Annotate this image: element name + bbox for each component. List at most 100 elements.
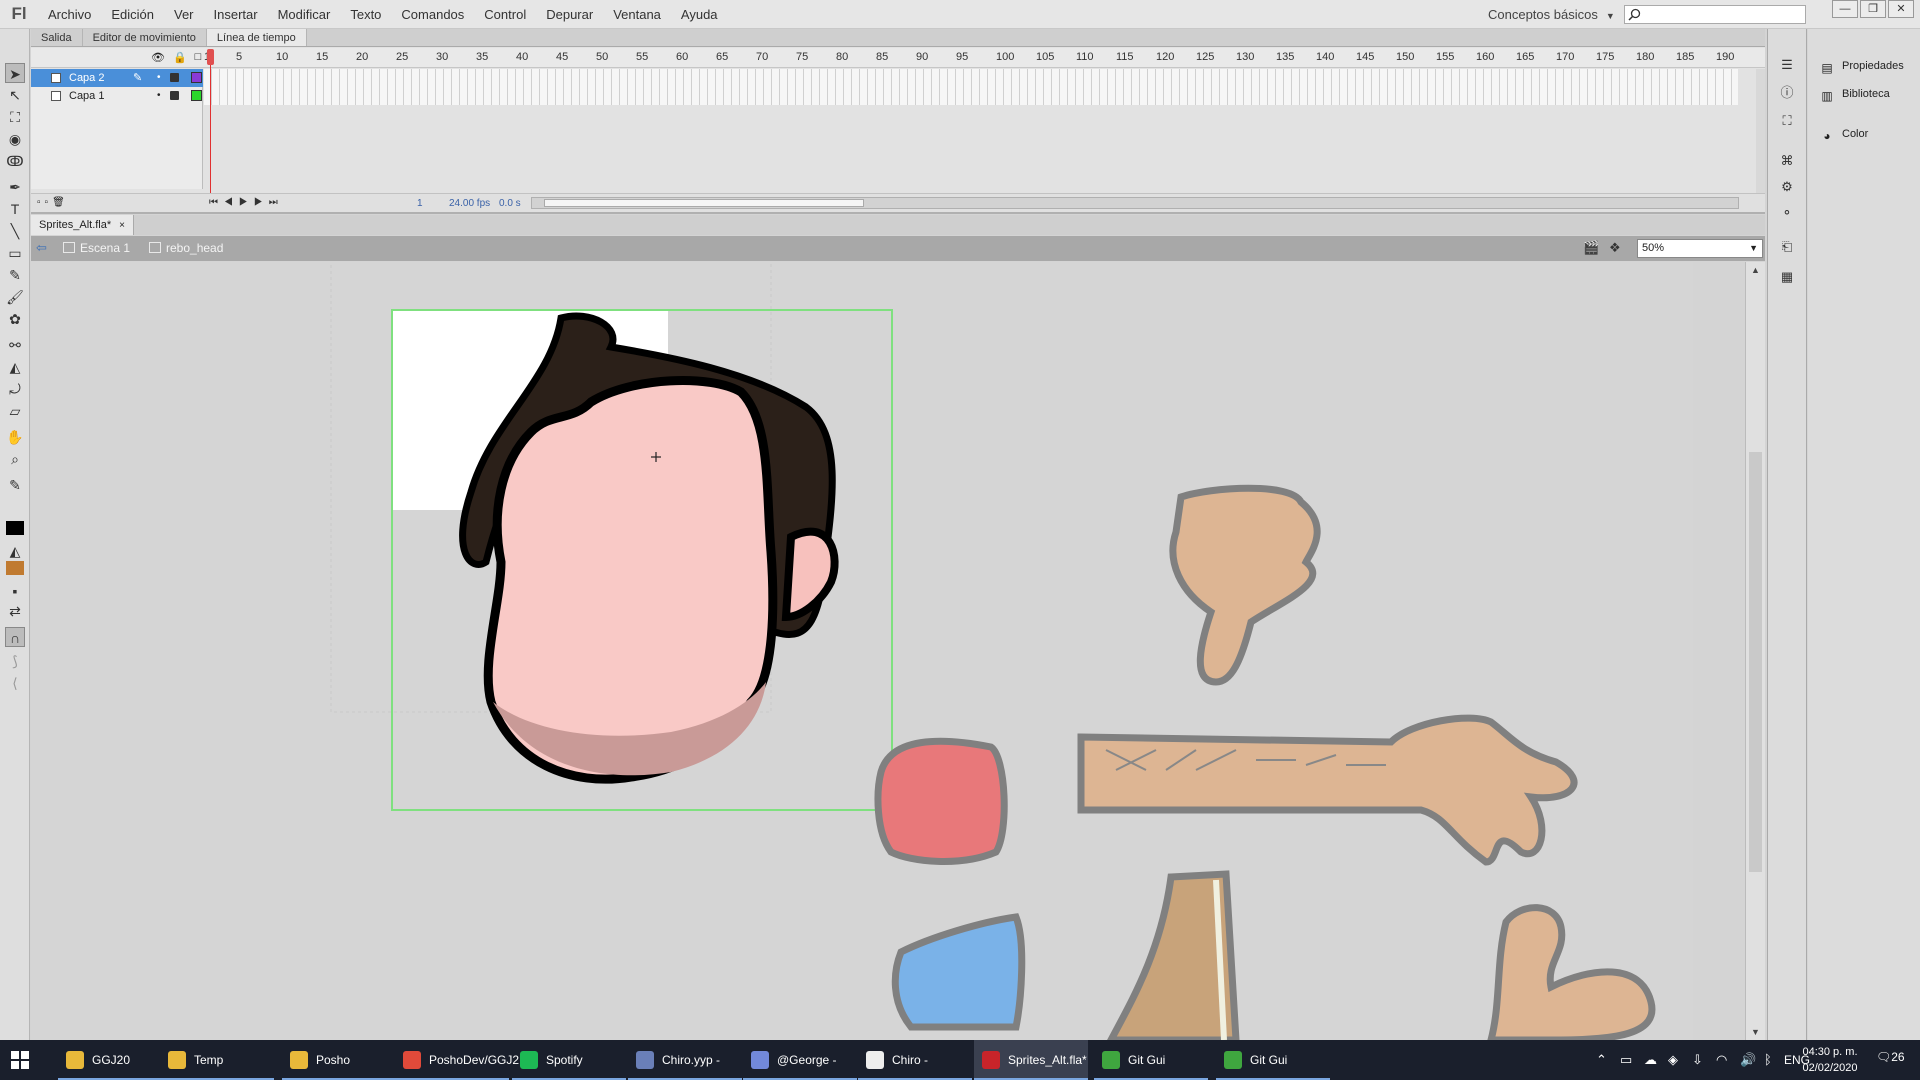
default-colors-icon[interactable]: ▪: [5, 581, 25, 601]
panel-color[interactable]: ◕ Color: [1820, 125, 1868, 143]
line-tool-icon[interactable]: ╲: [5, 221, 25, 241]
pencil-tool-icon[interactable]: ✎: [5, 265, 25, 285]
tab-linea-de-tiempo[interactable]: Línea de tiempo: [206, 29, 307, 46]
menu-depurar[interactable]: Depurar: [536, 0, 603, 29]
frames-grid[interactable]: [204, 69, 1738, 189]
snap-to-objects-icon[interactable]: ∩: [5, 627, 25, 647]
lock-icon[interactable]: [170, 91, 179, 100]
scroll-up-icon[interactable]: ▲: [1751, 265, 1760, 275]
show-hide-all-icon[interactable]: 👁: [151, 51, 165, 64]
playback-controls[interactable]: ⏮◀▶▶⏭: [209, 197, 284, 208]
clock[interactable]: 04:30 p. m. 02/02/2020: [1800, 1044, 1860, 1076]
taskbar-item[interactable]: GGJ20: [58, 1040, 172, 1080]
free-transform-tool-icon[interactable]: ⛶: [5, 107, 25, 127]
layer-row-capa-1[interactable]: Capa 1 •: [31, 87, 203, 105]
lock-all-icon[interactable]: 🔒: [173, 51, 187, 64]
taskbar-item[interactable]: Temp: [160, 1040, 274, 1080]
lock-icon[interactable]: [170, 73, 179, 82]
taskbar-item[interactable]: Sprites_Alt.fla*: [974, 1040, 1088, 1080]
panel-propiedades[interactable]: ▤ Propiedades: [1820, 57, 1903, 75]
bone-tool-icon[interactable]: ⚯: [5, 335, 25, 355]
menu-ayuda[interactable]: Ayuda: [671, 0, 728, 29]
eraser-tool-icon[interactable]: ▱: [5, 401, 25, 421]
swatches-panel-icon[interactable]: ▦: [1778, 269, 1796, 285]
taskbar-item[interactable]: Posho: [282, 1040, 396, 1080]
taskbar-item[interactable]: @George - Disc...: [743, 1040, 857, 1080]
close-icon[interactable]: ×: [119, 220, 125, 231]
motion-presets-icon[interactable]: ⚬: [1778, 205, 1796, 221]
fill-color-swatch[interactable]: [6, 561, 24, 575]
scroll-down-icon[interactable]: ▼: [1751, 1027, 1760, 1037]
code-snippets-icon[interactable]: ⌘: [1778, 153, 1796, 169]
align-panel-icon[interactable]: ☰: [1778, 57, 1796, 73]
taskbar-item[interactable]: PoshoDev/GGJ2...: [395, 1040, 529, 1080]
taskbar-item[interactable]: Spotify Premium: [512, 1040, 626, 1080]
components-icon[interactable]: ⚙: [1778, 179, 1796, 195]
volume-icon[interactable]: 🔊: [1740, 1040, 1756, 1080]
stage-canvas[interactable]: [31, 262, 1693, 1040]
menu-control[interactable]: Control: [474, 0, 536, 29]
rectangle-tool-icon[interactable]: ▭: [5, 243, 25, 263]
zoom-select[interactable]: 50% ▼: [1637, 239, 1763, 258]
help-search-input[interactable]: [1624, 5, 1806, 24]
outline-color-swatch[interactable]: [191, 72, 202, 83]
hand-tool-icon[interactable]: ✋: [5, 427, 25, 447]
zoom-tool-icon[interactable]: ⌕: [5, 449, 25, 469]
brush-tool-icon[interactable]: 🖌: [5, 287, 25, 307]
fill-color-icon[interactable]: ◭: [5, 541, 25, 561]
windows-start-icon[interactable]: [10, 1050, 30, 1070]
scroll-thumb[interactable]: [1749, 452, 1762, 872]
frame-rate[interactable]: 24.00 fps: [449, 198, 490, 209]
menu-archivo[interactable]: Archivo: [38, 0, 101, 29]
restore-button[interactable]: ❐: [1860, 0, 1886, 18]
swap-colors-icon[interactable]: ⇄: [5, 601, 25, 621]
download-icon[interactable]: ⇩: [1692, 1040, 1703, 1080]
menu-edicion[interactable]: Edición: [101, 0, 164, 29]
paint-bucket-tool-icon[interactable]: ◭: [5, 357, 25, 377]
menu-ventana[interactable]: Ventana: [603, 0, 671, 29]
stroke-color-swatch[interactable]: [6, 521, 24, 535]
taskbar-item[interactable]: Git Gui (GGJ20):...: [1216, 1040, 1330, 1080]
workspace-switcher[interactable]: Conceptos básicos ▼: [1488, 0, 1615, 29]
lasso-tool-icon[interactable]: ↂ: [5, 151, 25, 171]
straighten-icon[interactable]: ⟨: [5, 673, 25, 693]
playhead-handle[interactable]: [207, 49, 214, 65]
eyedropper-tool-icon[interactable]: ⤾: [5, 379, 25, 399]
tray-expand-icon[interactable]: ⌃: [1596, 1040, 1607, 1080]
transform-panel-icon[interactable]: ⛶: [1778, 113, 1796, 129]
subselection-tool-icon[interactable]: ↖: [5, 85, 25, 105]
frame-ruler[interactable]: 1510152025303540455055606570758085909510…: [203, 48, 1738, 68]
history-panel-icon[interactable]: ⎗: [1778, 239, 1796, 255]
breadcrumb-symbol[interactable]: rebo_head: [149, 236, 223, 261]
taskbar-item[interactable]: Git Gui (GGJ20) ...: [1094, 1040, 1208, 1080]
cloud-icon[interactable]: ☁: [1644, 1040, 1657, 1080]
visibility-dot-icon[interactable]: •: [157, 69, 161, 87]
notifications-button[interactable]: 🗨26: [1876, 1050, 1905, 1064]
battery-icon[interactable]: ▭: [1620, 1040, 1632, 1080]
deco-tool-icon[interactable]: ✿: [5, 309, 25, 329]
timeline-vertical-scrollbar[interactable]: [1756, 69, 1765, 193]
wifi-icon[interactable]: ◠: [1716, 1040, 1727, 1080]
outline-all-icon[interactable]: □: [195, 51, 202, 64]
edit-symbols-icon[interactable]: ❖: [1609, 240, 1627, 256]
close-button[interactable]: ✕: [1888, 0, 1914, 18]
smooth-icon[interactable]: ⟆: [5, 651, 25, 671]
menu-texto[interactable]: Texto: [340, 0, 391, 29]
info-panel-icon[interactable]: ⓘ: [1778, 85, 1796, 101]
layer-row-capa-2[interactable]: Capa 2 ✎ •: [31, 69, 203, 87]
tab-salida[interactable]: Salida: [31, 29, 83, 46]
document-tab[interactable]: Sprites_Alt.fla* ×: [31, 215, 134, 235]
layer-buttons[interactable]: ▫▫🗑: [37, 197, 69, 208]
stroke-color-icon[interactable]: ✎: [5, 475, 25, 495]
3d-rotation-tool-icon[interactable]: ◉: [5, 129, 25, 149]
selection-tool-icon[interactable]: ➤: [5, 63, 25, 83]
breadcrumb-scene[interactable]: Escena 1: [63, 236, 130, 261]
menu-modificar[interactable]: Modificar: [268, 0, 341, 29]
back-arrow-icon[interactable]: ⇦: [36, 241, 52, 255]
timeline-horizontal-scrollbar[interactable]: [531, 197, 1739, 209]
stage-vertical-scrollbar[interactable]: ▲ ▼: [1745, 262, 1765, 1040]
panel-biblioteca[interactable]: ▥ Biblioteca: [1820, 85, 1889, 103]
bluetooth-icon[interactable]: ᛒ: [1764, 1040, 1772, 1080]
current-frame[interactable]: 1: [417, 198, 423, 209]
visibility-dot-icon[interactable]: •: [157, 87, 161, 105]
